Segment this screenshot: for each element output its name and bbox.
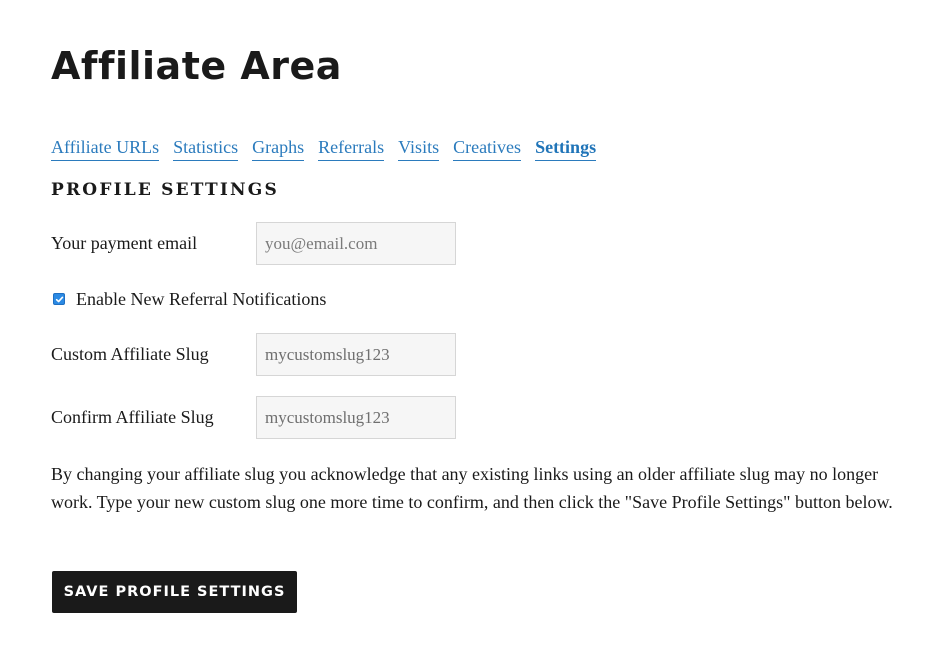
custom-slug-label: Custom Affiliate Slug (51, 344, 209, 364)
confirm-slug-input[interactable] (256, 396, 456, 439)
affiliate-tabs: Affiliate URLs Statistics Graphs Referra… (51, 134, 597, 161)
tab-creatives[interactable]: Creatives (453, 134, 522, 161)
notifications-row: Enable New Referral Notifications (53, 286, 326, 312)
custom-slug-input[interactable] (256, 333, 456, 376)
notifications-checkbox[interactable] (53, 293, 65, 305)
page-title: Affiliate Area (51, 44, 342, 88)
tab-visits[interactable]: Visits (398, 134, 440, 161)
tab-settings[interactable]: Settings (535, 134, 597, 161)
tab-affiliate-urls[interactable]: Affiliate URLs (51, 134, 160, 161)
payment-email-input[interactable] (256, 222, 456, 265)
confirm-slug-label: Confirm Affiliate Slug (51, 407, 214, 427)
notifications-label: Enable New Referral Notifications (76, 289, 327, 309)
tab-graphs[interactable]: Graphs (252, 134, 305, 161)
payment-email-label: Your payment email (51, 233, 198, 253)
checkmark-icon (55, 296, 63, 302)
tab-statistics[interactable]: Statistics (173, 134, 239, 161)
profile-settings-heading: PROFILE SETTINGS (51, 180, 279, 200)
tab-referrals[interactable]: Referrals (318, 134, 385, 161)
slug-change-notice: By changing your affiliate slug you ackn… (51, 464, 893, 512)
save-profile-settings-button[interactable]: SAVE PROFILE SETTINGS (52, 571, 297, 613)
